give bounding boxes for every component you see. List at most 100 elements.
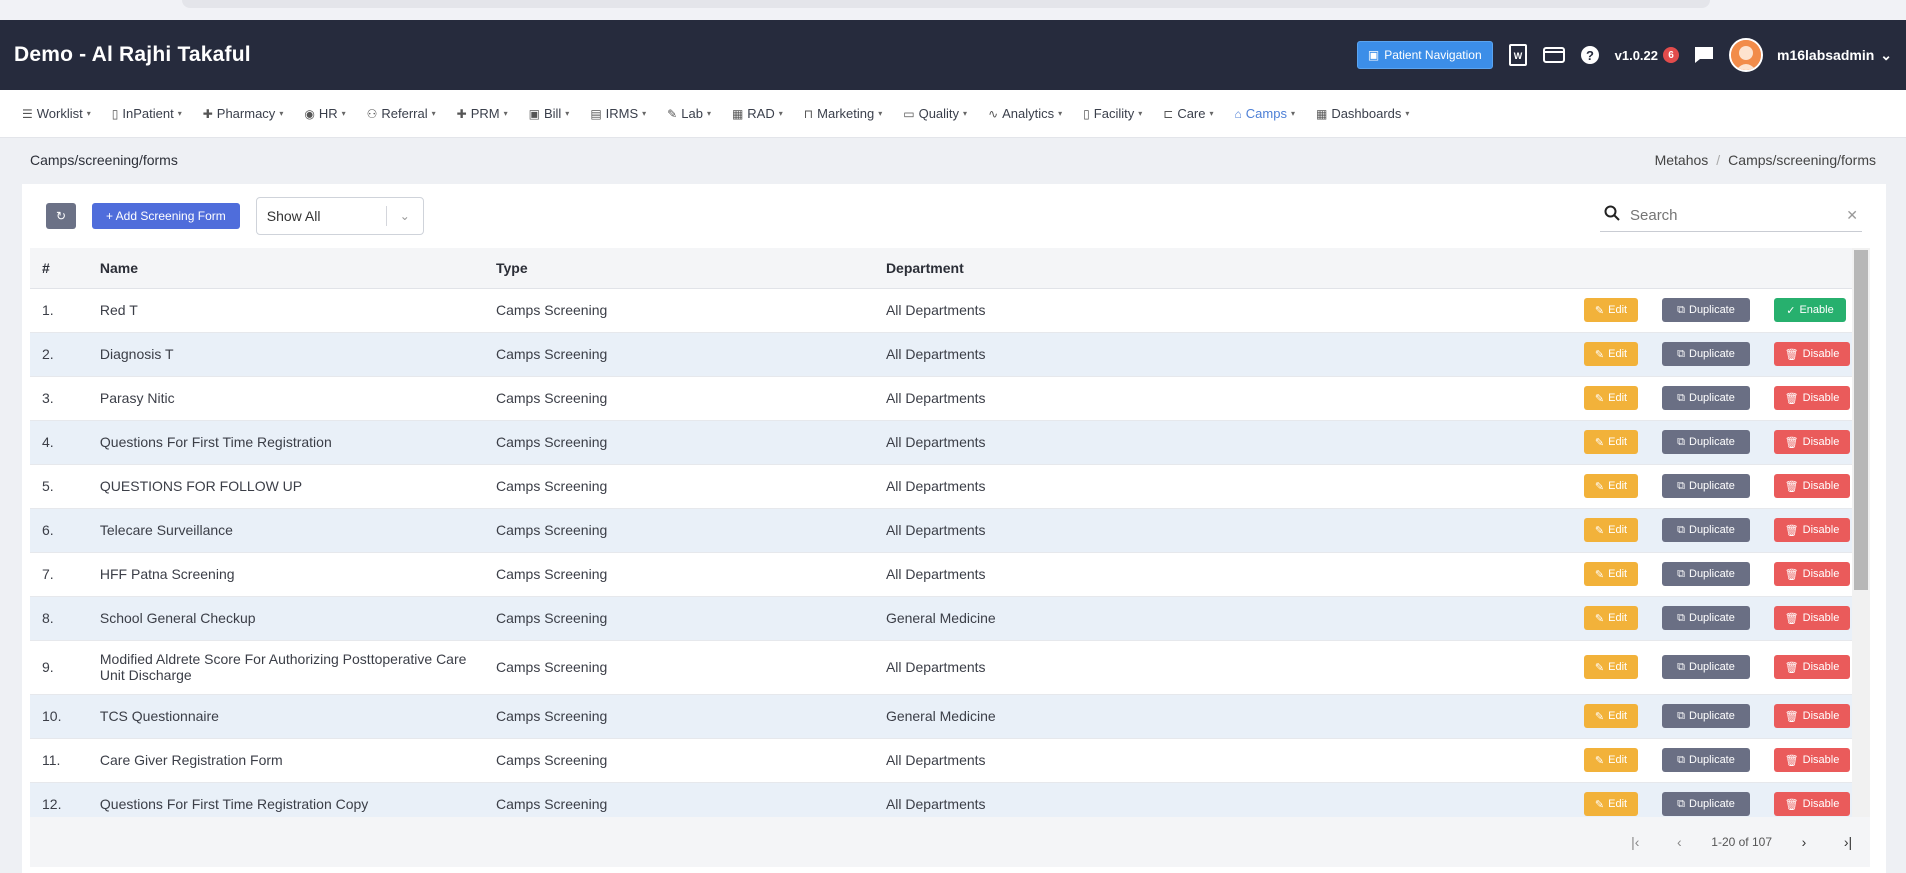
duplicate-button[interactable]: ⧉ Duplicate: [1662, 704, 1750, 728]
edit-button[interactable]: ✎ Edit: [1584, 704, 1638, 728]
disable-button[interactable]: 🗑 Disable: [1774, 474, 1850, 498]
row-actions: ✎ Edit ⧉ Duplicate 🗑 Disable: [1270, 376, 1862, 421]
menu-item-facility[interactable]: ▯ Facility ▾: [1083, 106, 1142, 121]
patient-nav-icon: ▣: [1367, 48, 1380, 62]
edit-button[interactable]: ✎ Edit: [1584, 655, 1638, 679]
row-department: All Departments: [873, 376, 1270, 421]
column-header-actions: [1270, 248, 1862, 289]
copy-icon: ⧉: [1677, 753, 1685, 766]
wallet-icon[interactable]: [1542, 44, 1565, 66]
menu-item-worklist[interactable]: ☰ Worklist ▾: [22, 106, 91, 121]
row-name: TCS Questionnaire: [87, 694, 484, 739]
status-filter-select[interactable]: Show All ⌄: [255, 197, 424, 235]
edit-button[interactable]: ✎ Edit: [1584, 342, 1638, 366]
row-department: All Departments: [873, 508, 1270, 553]
menu-item-marketing[interactable]: ⊓ Marketing ▾: [804, 106, 882, 121]
word-document-icon[interactable]: W: [1507, 44, 1529, 66]
duplicate-button[interactable]: ⧉ Duplicate: [1662, 474, 1750, 498]
disable-button[interactable]: 🗑 Disable: [1774, 748, 1850, 772]
duplicate-button[interactable]: ⧉ Duplicate: [1662, 430, 1750, 454]
edit-button[interactable]: ✎ Edit: [1584, 386, 1638, 410]
edit-button[interactable]: ✎ Edit: [1584, 298, 1638, 322]
column-header-number[interactable]: #: [30, 248, 88, 289]
enable-button[interactable]: ✓ Enable: [1774, 298, 1846, 322]
search-input[interactable]: [1630, 207, 1837, 224]
column-header-type[interactable]: Type: [483, 248, 874, 289]
duplicate-label: Duplicate: [1689, 436, 1735, 448]
last-page-icon[interactable]: ›|: [1836, 834, 1860, 850]
disable-button[interactable]: 🗑 Disable: [1774, 342, 1850, 366]
add-screening-form-button[interactable]: + Add Screening Form: [92, 203, 240, 229]
column-header-name[interactable]: Name: [87, 248, 484, 289]
trash-icon: 🗑: [1784, 480, 1799, 493]
help-icon[interactable]: ?: [1579, 44, 1601, 66]
version-indicator[interactable]: v1.0.22 6: [1615, 47, 1679, 63]
row-number: 10.: [30, 694, 88, 739]
clear-search-icon[interactable]: ✕: [1846, 207, 1858, 224]
edit-button[interactable]: ✎ Edit: [1584, 430, 1638, 454]
disable-button[interactable]: 🗑 Disable: [1774, 792, 1850, 816]
refresh-button[interactable]: ↻: [46, 203, 76, 229]
edit-button[interactable]: ✎ Edit: [1584, 474, 1638, 498]
menu-item-lab[interactable]: ✎ Lab ▾: [667, 106, 711, 121]
menu-item-analytics[interactable]: ∿ Analytics ▾: [988, 106, 1062, 121]
menu-item-camps[interactable]: ⌂ Camps ▾: [1235, 106, 1295, 121]
duplicate-button[interactable]: ⧉ Duplicate: [1662, 606, 1750, 630]
menu-item-irms[interactable]: ▤ IRMS ▾: [590, 106, 646, 121]
menu-item-quality[interactable]: ▭ Quality ▾: [903, 106, 967, 121]
menu-item-dashboards[interactable]: ▦ Dashboards ▾: [1316, 106, 1409, 121]
patient-navigation-button[interactable]: ▣ Patient Navigation: [1356, 41, 1493, 69]
user-menu[interactable]: m16labsadmin ⌄: [1777, 47, 1892, 64]
chat-icon[interactable]: [1693, 44, 1715, 66]
duplicate-button[interactable]: ⧉ Duplicate: [1662, 518, 1750, 542]
duplicate-button[interactable]: ⧉ Duplicate: [1662, 298, 1750, 322]
menu-item-bill[interactable]: ▣ Bill ▾: [529, 106, 570, 121]
duplicate-button[interactable]: ⧉ Duplicate: [1662, 792, 1750, 816]
edit-button[interactable]: ✎ Edit: [1584, 748, 1638, 772]
copy-icon: ⧉: [1677, 523, 1685, 536]
column-header-department[interactable]: Department: [873, 248, 1270, 289]
breadcrumb-root[interactable]: Metahos: [1655, 152, 1709, 168]
trash-icon: 🗑: [1784, 524, 1799, 537]
breadcrumb: Metahos / Camps/screening/forms: [1655, 152, 1876, 168]
edit-button[interactable]: ✎ Edit: [1584, 518, 1638, 542]
menu-item-hr[interactable]: ◉ HR ▾: [304, 106, 345, 121]
first-page-icon[interactable]: |‹: [1623, 834, 1647, 850]
menu-item-referral[interactable]: ⚇ Referral ▾: [367, 106, 436, 121]
edit-button[interactable]: ✎ Edit: [1584, 562, 1638, 586]
disable-button[interactable]: 🗑 Disable: [1774, 562, 1850, 586]
duplicate-button[interactable]: ⧉ Duplicate: [1662, 655, 1750, 679]
row-type: Camps Screening: [483, 596, 874, 641]
menu-item-care[interactable]: ⊏ Care ▾: [1163, 106, 1213, 121]
menu-item-inpatient[interactable]: ▯ InPatient ▾: [112, 106, 182, 121]
menu-item-rad[interactable]: ▦ RAD ▾: [732, 106, 783, 121]
previous-page-icon[interactable]: ‹: [1667, 834, 1691, 850]
duplicate-button[interactable]: ⧉ Duplicate: [1662, 748, 1750, 772]
scrollbar-thumb[interactable]: [1854, 250, 1868, 590]
avatar[interactable]: [1729, 38, 1763, 72]
disable-button[interactable]: 🗑 Disable: [1774, 386, 1850, 410]
browser-address-bar[interactable]: [182, 0, 1710, 8]
disable-button[interactable]: 🗑 Disable: [1774, 430, 1850, 454]
caret-down-icon: ▾: [963, 109, 968, 118]
disable-button[interactable]: 🗑 Disable: [1774, 518, 1850, 542]
caret-down-icon: ▾: [642, 109, 647, 118]
svg-text:?: ?: [1586, 48, 1594, 63]
table-scrollbar[interactable]: [1852, 248, 1870, 817]
check-icon: ✓: [1786, 304, 1796, 317]
menu-item-pharmacy[interactable]: ✚ Pharmacy ▾: [203, 106, 284, 121]
page-title: Camps/screening/forms: [30, 152, 178, 168]
edit-button[interactable]: ✎ Edit: [1584, 792, 1638, 816]
disable-button[interactable]: 🗑 Disable: [1774, 606, 1850, 630]
menu-item-prm[interactable]: ✚ PRM ▾: [457, 106, 508, 121]
next-page-icon[interactable]: ›: [1792, 834, 1816, 850]
duplicate-label: Duplicate: [1689, 348, 1735, 360]
duplicate-button[interactable]: ⧉ Duplicate: [1662, 562, 1750, 586]
duplicate-button[interactable]: ⧉ Duplicate: [1662, 342, 1750, 366]
disable-button[interactable]: 🗑 Disable: [1774, 655, 1850, 679]
edit-button[interactable]: ✎ Edit: [1584, 606, 1638, 630]
disable-button[interactable]: 🗑 Disable: [1774, 704, 1850, 728]
browser-chrome-strip: [0, 0, 1906, 20]
duplicate-button[interactable]: ⧉ Duplicate: [1662, 386, 1750, 410]
copy-icon: ⧉: [1677, 479, 1685, 492]
